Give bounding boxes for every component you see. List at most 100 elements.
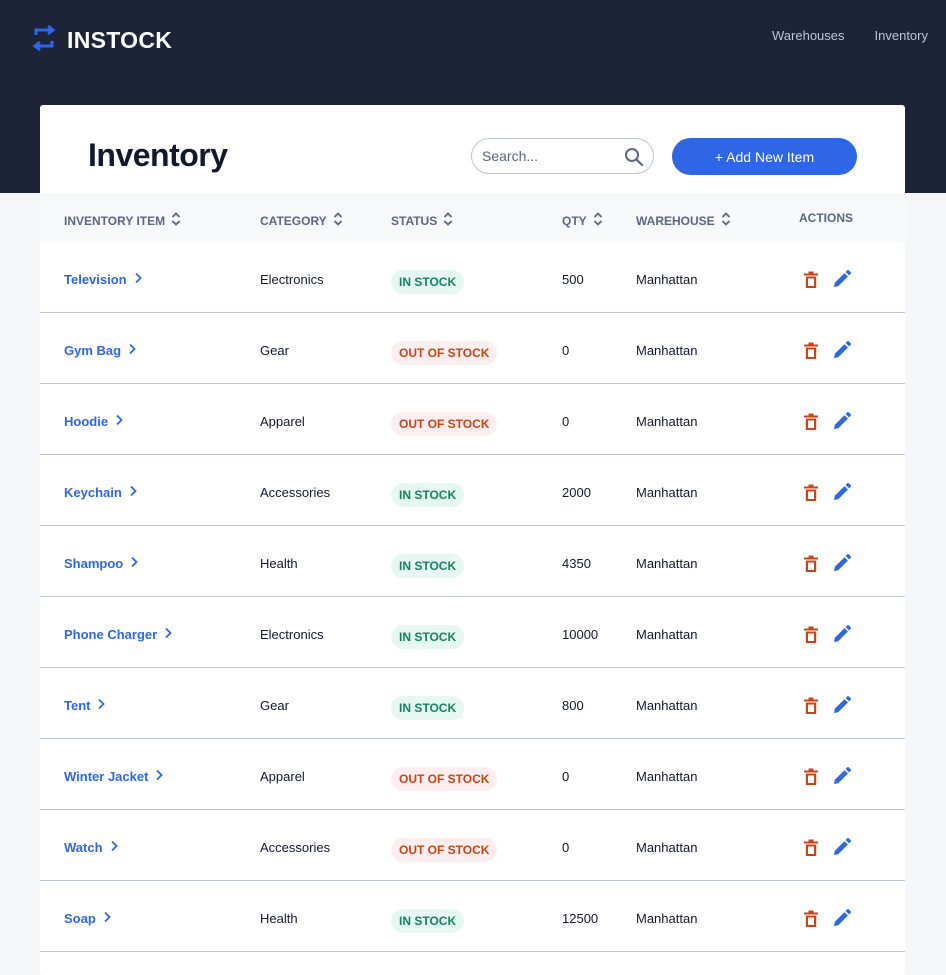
column-header-inventory-item[interactable]: INVENTORY ITEM bbox=[64, 211, 181, 230]
table-row: Soap Health IN STOCK 12500 Manhattan bbox=[40, 881, 905, 952]
category-cell: Gear bbox=[260, 698, 289, 713]
trash-icon[interactable] bbox=[803, 484, 819, 507]
status-badge: IN STOCK bbox=[391, 696, 465, 720]
column-label: ACTIONS bbox=[799, 211, 853, 225]
table-row: Tent Gear IN STOCK 800 Manhattan bbox=[40, 668, 905, 739]
inventory-item-link[interactable]: Tent bbox=[64, 698, 106, 713]
pencil-icon[interactable] bbox=[833, 412, 851, 435]
chevron-right-icon bbox=[110, 840, 118, 855]
column-header-status[interactable]: STATUS bbox=[391, 211, 453, 230]
inventory-item-link[interactable]: Watch bbox=[64, 840, 118, 855]
qty-cell: 10000 bbox=[562, 627, 599, 642]
pencil-icon[interactable] bbox=[833, 909, 851, 932]
pencil-icon[interactable] bbox=[833, 270, 851, 293]
chevron-right-icon bbox=[130, 556, 139, 571]
sort-icon[interactable] bbox=[333, 211, 343, 230]
inventory-item-link[interactable]: Soap bbox=[64, 911, 111, 926]
status-badge: OUT OF STOCK bbox=[391, 412, 498, 436]
chevron-right-icon bbox=[115, 414, 123, 429]
inventory-item-link[interactable]: Keychain bbox=[64, 485, 137, 500]
table-row: Watch Accessories OUT OF STOCK 0 Manhattan bbox=[40, 810, 905, 881]
inventory-item-name: Watch bbox=[64, 840, 103, 855]
column-header-qty[interactable]: QTY bbox=[562, 211, 603, 230]
status-badge: OUT OF STOCK bbox=[391, 767, 498, 791]
chevron-right-icon bbox=[134, 272, 142, 287]
pencil-icon[interactable] bbox=[833, 838, 851, 861]
add-new-item-button[interactable]: + Add New Item bbox=[672, 138, 857, 175]
warehouse-cell: Manhattan bbox=[636, 911, 698, 926]
category-cell: Accessories bbox=[260, 840, 331, 855]
pencil-icon[interactable] bbox=[833, 625, 851, 648]
sort-icon[interactable] bbox=[171, 211, 181, 230]
sort-icon[interactable] bbox=[721, 211, 731, 230]
nav-inventory[interactable]: Inventory bbox=[875, 28, 928, 43]
inventory-item-link[interactable]: Gym Bag bbox=[64, 343, 136, 358]
trash-icon[interactable] bbox=[803, 910, 819, 933]
pencil-icon[interactable] bbox=[833, 767, 851, 790]
column-header-category[interactable]: CATEGORY bbox=[260, 211, 343, 230]
trash-icon[interactable] bbox=[803, 413, 819, 436]
qty-cell: 500 bbox=[562, 272, 584, 287]
pencil-icon[interactable] bbox=[833, 554, 851, 577]
category-cell: Accessories bbox=[260, 485, 331, 500]
qty-cell: 12500 bbox=[562, 911, 599, 926]
nav-warehouses[interactable]: Warehouses bbox=[772, 28, 845, 43]
status-badge: IN STOCK bbox=[391, 625, 465, 649]
category-cell: Apparel bbox=[260, 769, 305, 784]
pencil-icon[interactable] bbox=[833, 696, 851, 719]
category-cell: Health bbox=[260, 911, 298, 926]
chevron-right-icon bbox=[128, 343, 136, 358]
category-cell: Health bbox=[260, 556, 298, 571]
trash-icon[interactable] bbox=[803, 697, 819, 720]
sort-icon[interactable] bbox=[593, 211, 603, 230]
trash-icon[interactable] bbox=[803, 839, 819, 862]
qty-cell: 2000 bbox=[562, 485, 591, 500]
table-row: Keychain Accessories IN STOCK 2000 Manhattan bbox=[40, 455, 905, 526]
inventory-item-name: Hoodie bbox=[64, 414, 109, 429]
trash-icon[interactable] bbox=[803, 342, 819, 365]
table-row: Shampoo Health IN STOCK 4350 Manhattan bbox=[40, 526, 905, 597]
inventory-item-name: Soap bbox=[64, 911, 96, 926]
table-row: Gym Bag Gear OUT OF STOCK 0 Manhattan bbox=[40, 313, 905, 384]
warehouse-cell: Manhattan bbox=[636, 769, 698, 784]
qty-cell: 4350 bbox=[562, 556, 591, 571]
inventory-item-name: Gym Bag bbox=[64, 343, 122, 358]
warehouse-cell: Manhattan bbox=[636, 556, 698, 571]
inventory-item-name: Phone Charger bbox=[64, 627, 158, 642]
inventory-item-name: Television bbox=[64, 272, 127, 287]
table-row: Television Electronics IN STOCK 500 Manhatta… bbox=[40, 242, 905, 313]
sort-icon[interactable] bbox=[443, 211, 453, 230]
qty-cell: 0 bbox=[562, 414, 570, 429]
inventory-item-link[interactable]: Winter Jacket bbox=[64, 769, 164, 784]
column-label: QTY bbox=[562, 213, 587, 228]
category-cell: Electronics bbox=[260, 272, 324, 287]
search-icon[interactable] bbox=[624, 147, 644, 172]
pencil-icon[interactable] bbox=[833, 341, 851, 364]
table-row: Hoodie Apparel OUT OF STOCK 0 Manhattan bbox=[40, 384, 905, 455]
chevron-right-icon bbox=[129, 485, 137, 500]
inventory-item-link[interactable]: Hoodie bbox=[64, 414, 123, 429]
trash-icon[interactable] bbox=[803, 626, 819, 649]
trash-icon[interactable] bbox=[803, 271, 819, 294]
qty-cell: 800 bbox=[562, 698, 584, 713]
trash-icon[interactable] bbox=[803, 768, 819, 791]
trash-icon[interactable] bbox=[803, 555, 819, 578]
inventory-item-link[interactable]: Phone Charger bbox=[64, 627, 172, 642]
warehouse-cell: Manhattan bbox=[636, 414, 698, 429]
warehouse-cell: Manhattan bbox=[636, 343, 698, 358]
column-header-warehouse[interactable]: WAREHOUSE bbox=[636, 211, 731, 230]
inventory-item-name: Winter Jacket bbox=[64, 769, 149, 784]
pencil-icon[interactable] bbox=[833, 483, 851, 506]
inventory-item-name: Shampoo bbox=[64, 556, 124, 571]
logo[interactable]: INSTOCK bbox=[31, 24, 172, 57]
category-cell: Gear bbox=[260, 343, 289, 358]
search-box bbox=[471, 138, 654, 174]
inventory-item-link[interactable]: Shampoo bbox=[64, 556, 139, 571]
inventory-item-name: Keychain bbox=[64, 485, 122, 500]
status-badge: OUT OF STOCK bbox=[391, 341, 498, 365]
column-label: CATEGORY bbox=[260, 213, 327, 228]
chevron-right-icon bbox=[103, 911, 111, 926]
search-input[interactable] bbox=[480, 147, 624, 165]
inventory-item-link[interactable]: Television bbox=[64, 272, 142, 287]
warehouse-cell: Manhattan bbox=[636, 698, 698, 713]
